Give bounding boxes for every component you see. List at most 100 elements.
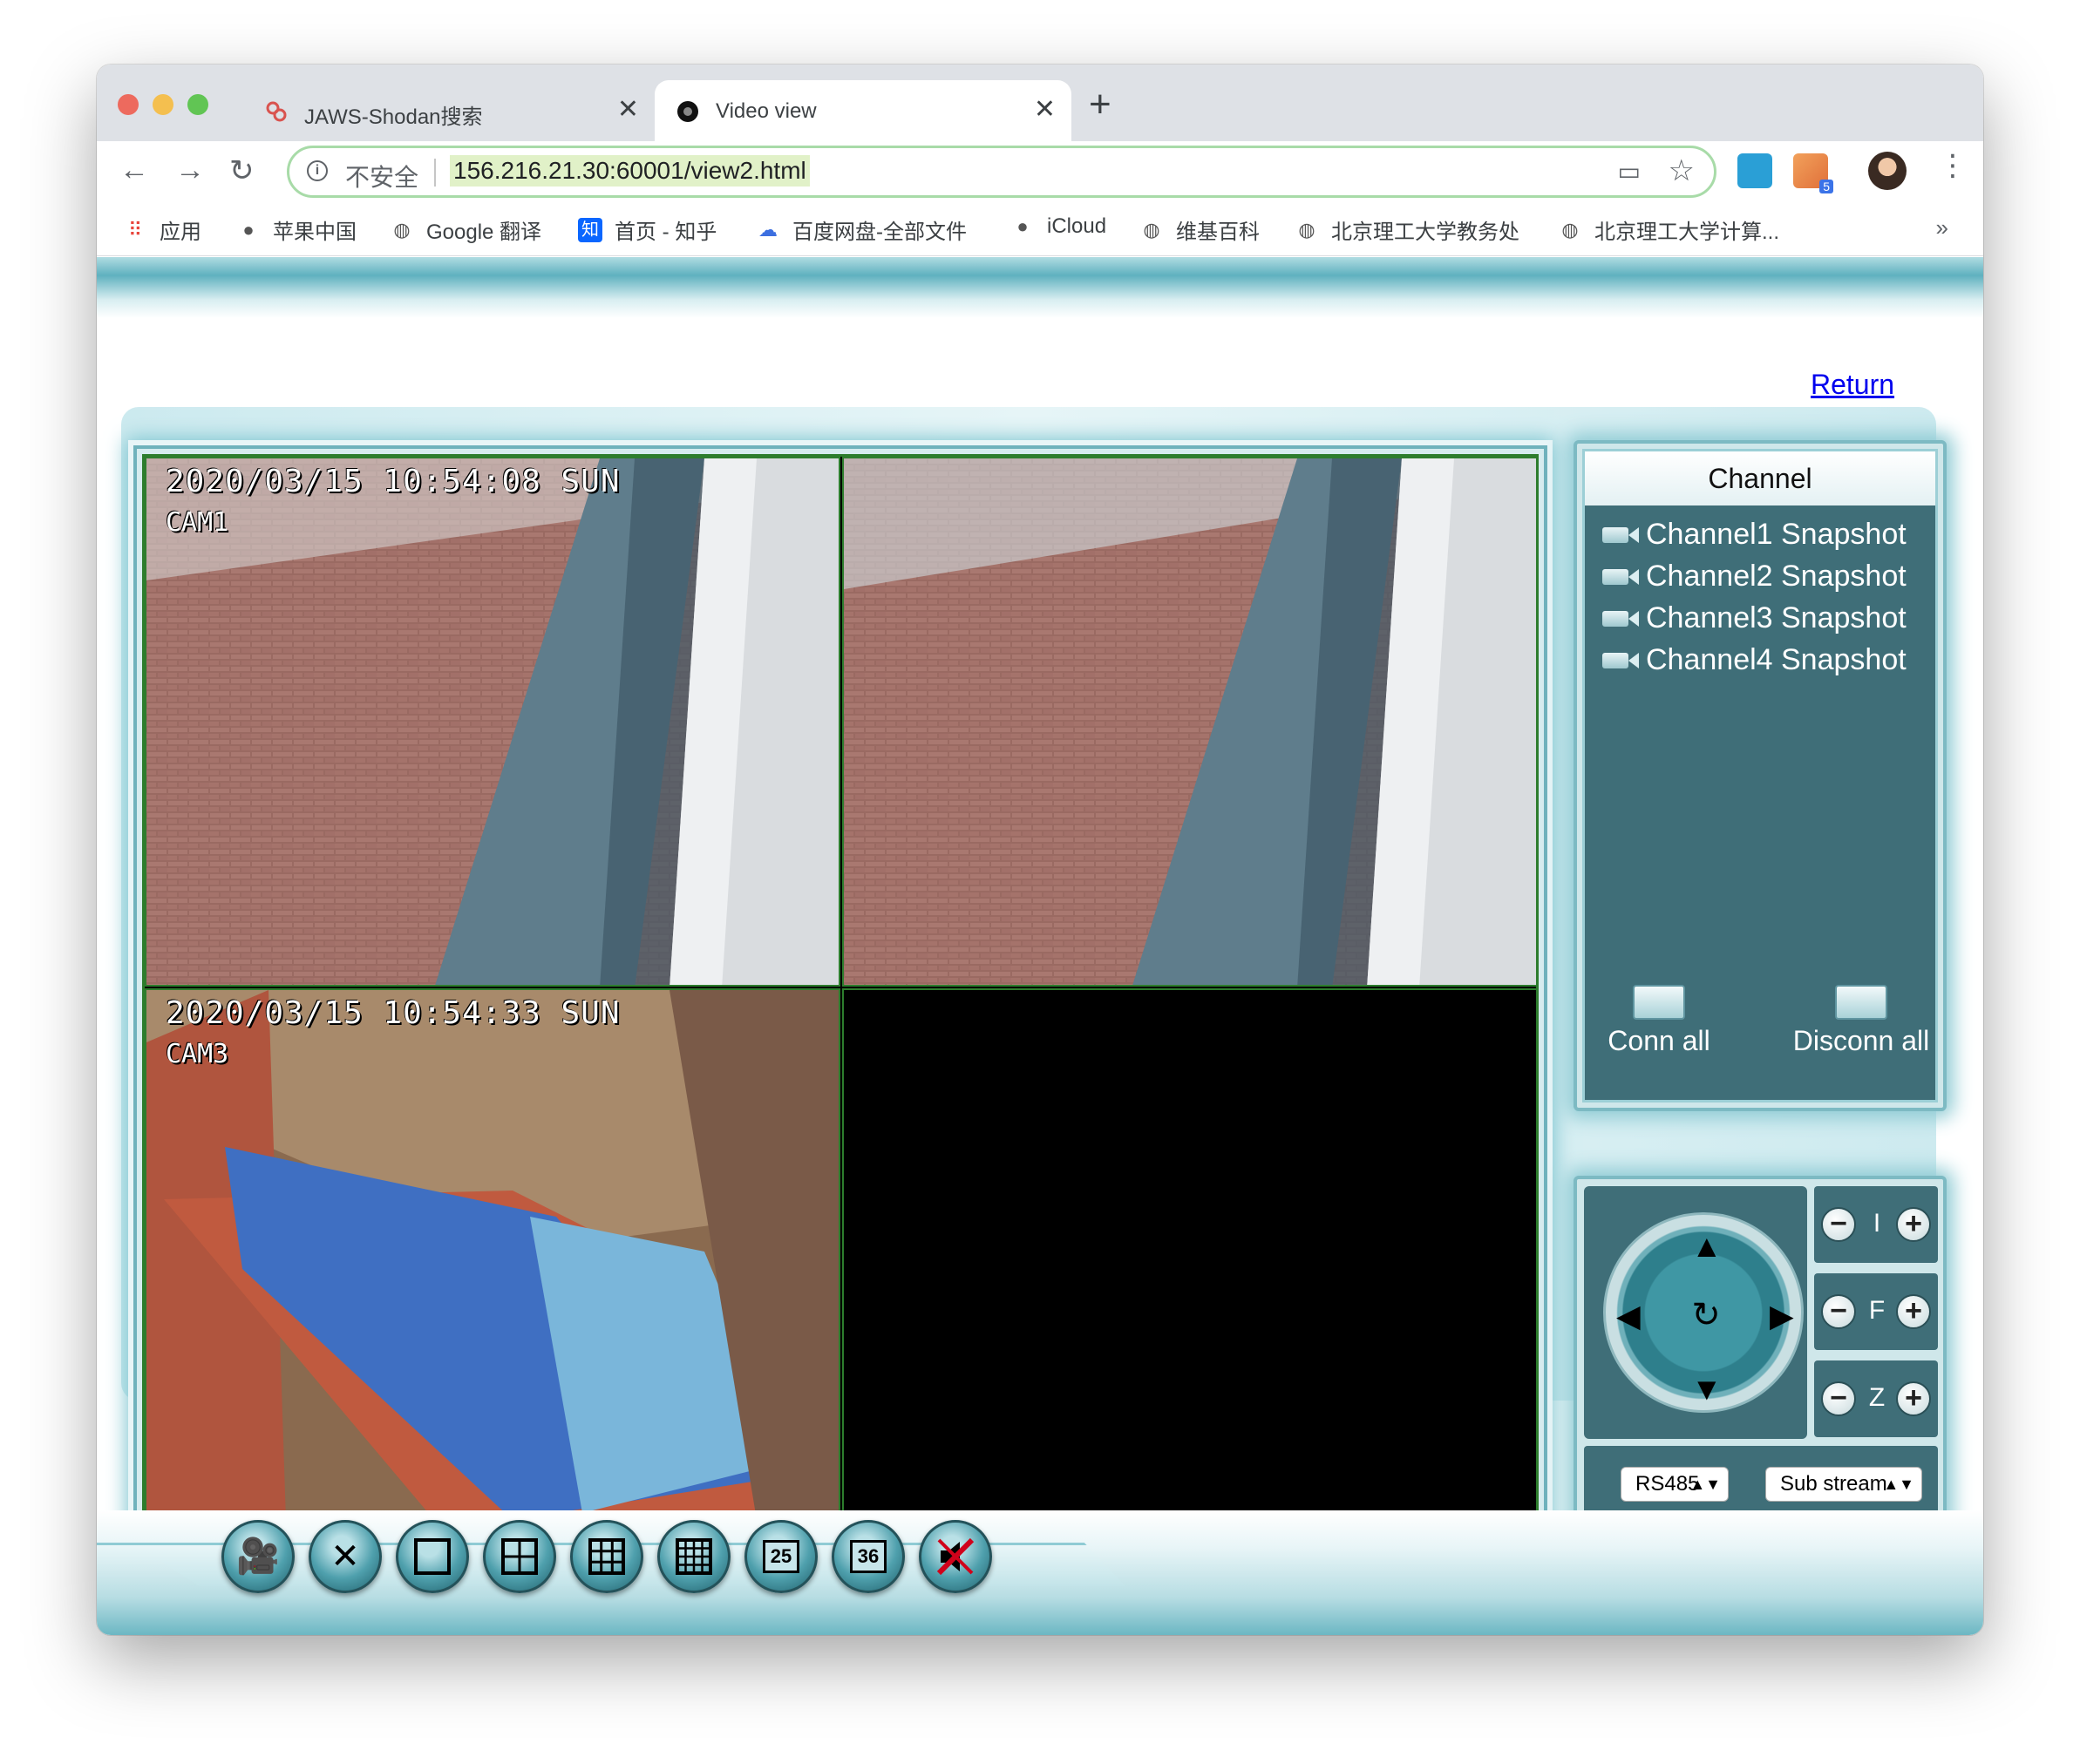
- translate-extension-icon[interactable]: [1737, 153, 1772, 188]
- camera-favicon-icon: [677, 101, 698, 122]
- iris-plus-icon[interactable]: +: [1896, 1207, 1931, 1242]
- page-content: Return 2020/03/15 10:54:08 SUN CAM1 2020…: [97, 257, 1983, 1635]
- channel3-snapshot-item[interactable]: Channel3 Snapshot: [1602, 601, 1907, 635]
- layout-36-button[interactable]: 36: [832, 1520, 905, 1593]
- zoom-minus-icon[interactable]: −: [1821, 1381, 1856, 1416]
- bookmark-baidu-pan[interactable]: ☁ 百度网盘-全部文件: [756, 214, 967, 245]
- focus-control: − F +: [1814, 1273, 1938, 1350]
- bookmark-label: 百度网盘-全部文件: [792, 220, 967, 244]
- mute-button[interactable]: [919, 1520, 992, 1593]
- tab-title: JAWS-Shodan搜索: [304, 105, 483, 129]
- bookmark-apple-china[interactable]: ● 苹果中国: [236, 214, 357, 245]
- channel-item-label: Channel4 Snapshot: [1646, 643, 1907, 676]
- camera-label: CAM3: [166, 1039, 229, 1069]
- conn-all-label: Conn all: [1608, 1025, 1710, 1056]
- bookmark-bit-computing[interactable]: ◍ 北京理工大学计算...: [1558, 214, 1779, 245]
- ptz-control-panel: ▲ ▼ ◀ ▶ ↻ − I + − F + − Z + RS485 ▲▼ Sub…: [1574, 1176, 1947, 1531]
- ptz-right-arrow-icon[interactable]: ▶: [1770, 1300, 1794, 1332]
- tab-video-view[interactable]: Video view ✕: [655, 80, 1071, 141]
- layout-25-icon: 25: [763, 1540, 799, 1573]
- layout-25-button[interactable]: 25: [744, 1520, 818, 1593]
- bookmark-label: iCloud: [1047, 214, 1107, 238]
- stream-select[interactable]: Sub stream ▲▼: [1765, 1467, 1922, 1502]
- bookmark-label: 北京理工大学教务处: [1331, 220, 1519, 244]
- settings-button[interactable]: ✕: [309, 1520, 382, 1593]
- ptz-joystick[interactable]: ▲ ▼ ◀ ▶ ↻: [1603, 1212, 1804, 1413]
- bookmark-wikipedia[interactable]: ◍ 维基百科: [1139, 214, 1260, 245]
- layout-16-button[interactable]: [657, 1520, 731, 1593]
- globe-icon: ◍: [1298, 218, 1315, 241]
- ptz-left-arrow-icon[interactable]: ◀: [1616, 1300, 1641, 1332]
- cast-icon[interactable]: ▭: [1618, 157, 1641, 186]
- iris-control: − I +: [1814, 1186, 1938, 1263]
- layout-9-button[interactable]: [570, 1520, 643, 1593]
- info-icon[interactable]: i: [307, 160, 328, 181]
- menu-kebab-icon[interactable]: ⋮: [1938, 148, 1968, 183]
- layout-1-button[interactable]: [396, 1520, 469, 1593]
- address-bar[interactable]: i 不安全 156.216.21.30:60001/view2.html ▭ ☆: [287, 146, 1716, 198]
- ptz-up-arrow-icon[interactable]: ▲: [1691, 1231, 1723, 1262]
- record-button[interactable]: 🎥: [221, 1520, 295, 1593]
- layout-9-icon: [588, 1538, 625, 1575]
- reload-icon[interactable]: ↻: [229, 153, 255, 188]
- camera-feed-image: [146, 458, 839, 985]
- bookmark-star-icon[interactable]: ☆: [1669, 153, 1695, 188]
- tab-close-icon[interactable]: ✕: [1034, 94, 1056, 125]
- bookmark-google-translate[interactable]: ◍ Google 翻译: [390, 214, 541, 245]
- minimize-window-button[interactable]: [153, 94, 173, 115]
- tab-close-icon[interactable]: ✕: [617, 94, 639, 125]
- focus-label: F: [1868, 1296, 1886, 1325]
- bookmark-apps[interactable]: ⠿ 应用: [123, 214, 201, 245]
- maximize-window-button[interactable]: [187, 94, 208, 115]
- video-cell-4[interactable]: [842, 988, 1538, 1518]
- bookmark-label: 北京理工大学计算...: [1594, 220, 1780, 244]
- close-window-button[interactable]: [118, 94, 139, 115]
- video-cell-3[interactable]: 2020/03/15 10:54:33 SUN CAM3: [145, 988, 840, 1518]
- joystick-area: ▲ ▼ ◀ ▶ ↻: [1584, 1186, 1807, 1439]
- channel4-snapshot-item[interactable]: Channel4 Snapshot: [1602, 643, 1907, 677]
- apple-icon: ●: [1016, 215, 1029, 237]
- disconn-all-label: Disconn all: [1792, 1025, 1930, 1056]
- more-bookmarks-icon[interactable]: »: [1936, 214, 1948, 241]
- tab-title: Video view: [716, 99, 817, 123]
- divider: [434, 159, 436, 187]
- zhihu-icon: 知: [578, 217, 602, 242]
- url-text[interactable]: 156.216.21.30:60001/view2.html: [450, 155, 810, 187]
- back-arrow-icon[interactable]: ←: [119, 153, 149, 187]
- ptz-down-arrow-icon[interactable]: ▼: [1691, 1374, 1723, 1405]
- camera-feed-image: [844, 458, 1536, 985]
- channel2-snapshot-item[interactable]: Channel2 Snapshot: [1602, 560, 1907, 594]
- focus-plus-icon[interactable]: +: [1896, 1294, 1931, 1329]
- select-caret-icon: ▲▼: [1883, 1476, 1914, 1493]
- ptz-auto-rotate-icon[interactable]: ↻: [1687, 1296, 1725, 1334]
- video-cell-1[interactable]: 2020/03/15 10:54:08 SUN CAM1: [145, 457, 840, 987]
- profile-avatar[interactable]: [1868, 152, 1907, 190]
- conn-all-button[interactable]: Conn all: [1585, 985, 1733, 1057]
- channel1-snapshot-item[interactable]: Channel1 Snapshot: [1602, 518, 1907, 552]
- zoom-plus-icon[interactable]: +: [1896, 1381, 1931, 1416]
- security-label: 不安全: [345, 164, 419, 191]
- bookmark-label: Google 翻译: [426, 220, 542, 244]
- return-link[interactable]: Return: [1811, 369, 1894, 401]
- tab-jaws-shodan[interactable]: JAWS-Shodan搜索 ✕: [243, 80, 655, 141]
- bookmark-icloud[interactable]: ● iCloud: [1010, 214, 1106, 239]
- focus-minus-icon[interactable]: −: [1821, 1294, 1856, 1329]
- layout-4-button[interactable]: [483, 1520, 556, 1593]
- globe-icon: ◍: [393, 218, 411, 241]
- video-camera-icon: [1602, 567, 1641, 587]
- bookmark-zhihu[interactable]: 知 首页 - 知乎: [578, 214, 717, 245]
- channel-item-label: Channel1 Snapshot: [1646, 518, 1907, 551]
- bookmarks-bar: ⠿ 应用 ● 苹果中国 ◍ Google 翻译 知 首页 - 知乎 ☁ 百度网盘…: [97, 204, 1983, 256]
- ptz-options: RS485 ▲▼ Sub stream ▲▼: [1584, 1446, 1938, 1519]
- iris-minus-icon[interactable]: −: [1821, 1207, 1856, 1242]
- video-grid: 2020/03/15 10:54:08 SUN CAM1 2020/03/15 …: [142, 454, 1539, 1518]
- record-icon: 🎥: [236, 1537, 280, 1576]
- layout-36-icon: 36: [850, 1540, 887, 1573]
- disconn-all-button[interactable]: Disconn all: [1787, 985, 1935, 1057]
- video-cell-2[interactable]: [842, 457, 1538, 987]
- forward-arrow-icon[interactable]: →: [175, 153, 205, 187]
- bookmark-bit-academic[interactable]: ◍ 北京理工大学教务处: [1295, 214, 1519, 245]
- rss-extension-icon[interactable]: 5: [1793, 153, 1833, 193]
- protocol-select[interactable]: RS485 ▲▼: [1621, 1467, 1729, 1502]
- new-tab-icon[interactable]: +: [1089, 85, 1111, 124]
